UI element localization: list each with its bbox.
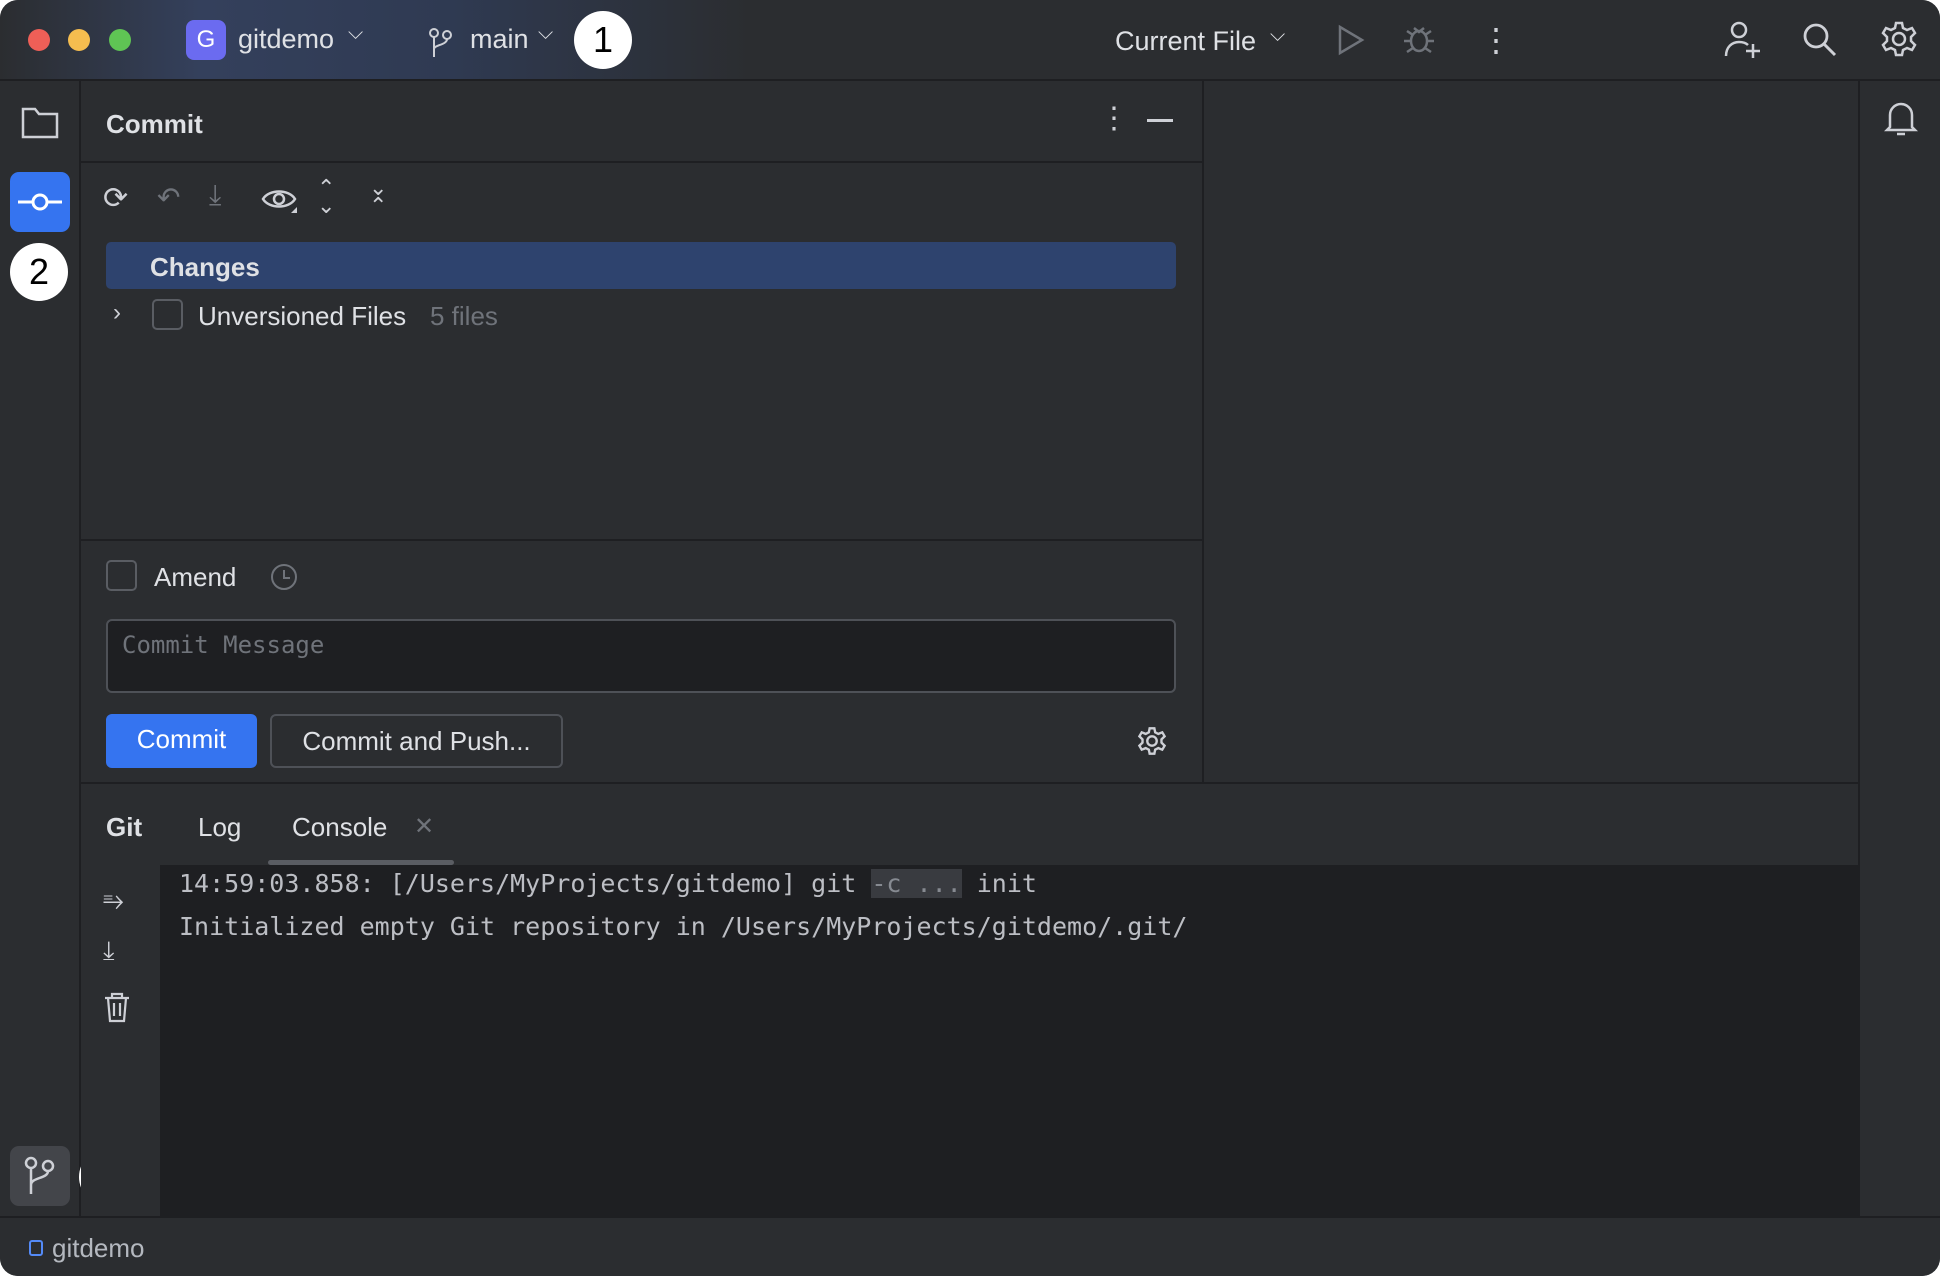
- expand-all-icon[interactable]: ⌃⌄: [317, 179, 335, 215]
- project-selector[interactable]: G gitdemo ⌵: [186, 20, 376, 62]
- status-project-breadcrumb[interactable]: gitdemo: [52, 1233, 145, 1264]
- tab-log[interactable]: Log: [198, 812, 241, 843]
- changes-label: Changes: [150, 252, 260, 283]
- add-user-icon[interactable]: [1724, 20, 1762, 60]
- panel-title: Commit: [106, 109, 203, 140]
- console-line: 14:59:03.858: [/Users/MyProjects/gitdemo…: [179, 869, 1037, 898]
- branch-icon: [428, 28, 454, 58]
- run-icon[interactable]: [1336, 24, 1366, 56]
- commit-message-placeholder: Commit Message: [122, 631, 324, 659]
- divider: [81, 161, 1202, 163]
- commit-panel: Commit ⋮ ⟳ ↶ ⤓ ⌃⌄ ⌄⌃ Changes › Unversion…: [81, 81, 1204, 782]
- search-icon[interactable]: [1802, 22, 1838, 58]
- commit-button[interactable]: Commit: [106, 714, 257, 768]
- commit-tool-button[interactable]: [10, 172, 70, 232]
- console-line: Initialized empty Git repository in /Use…: [179, 912, 1187, 941]
- title-bar: G gitdemo ⌵ main ⌵ 1 Current File ⌵ ⋮: [0, 0, 1940, 81]
- tool-window-title-git: Git: [106, 812, 142, 843]
- project-module-icon: [29, 1240, 43, 1256]
- right-tool-strip: [1858, 81, 1940, 1216]
- chevron-down-icon: ⌵: [1270, 24, 1285, 47]
- project-name: gitdemo: [238, 24, 334, 55]
- run-config-selector[interactable]: Current File ⌵: [1115, 24, 1295, 64]
- run-config-label: Current File: [1115, 26, 1256, 57]
- panel-options-icon[interactable]: ⋮: [1099, 101, 1129, 136]
- shelve-icon[interactable]: ⤓: [209, 179, 221, 212]
- unversioned-files-checkbox[interactable]: [152, 299, 183, 330]
- clear-trash-icon[interactable]: [103, 991, 131, 1023]
- amend-checkbox[interactable]: [106, 560, 137, 591]
- project-folder-icon[interactable]: [21, 105, 59, 139]
- refresh-icon[interactable]: ⟳: [103, 181, 128, 216]
- callout-badge-2: 2: [10, 243, 68, 301]
- maximize-window-button[interactable]: [109, 29, 131, 51]
- tab-console[interactable]: Console: [292, 812, 387, 843]
- chevron-down-icon: ⌵: [348, 22, 363, 45]
- rollback-icon[interactable]: ↶: [157, 181, 180, 214]
- soft-wrap-icon[interactable]: ⥱: [103, 885, 124, 917]
- debug-icon[interactable]: [1402, 22, 1436, 56]
- git-tool-window: Git Log Console ✕ ⥱ ⤓ 14:59:03.858: [/Us…: [81, 782, 1858, 1216]
- close-window-button[interactable]: [28, 29, 50, 51]
- commit-icon: [18, 190, 62, 214]
- file-count: 5 files: [430, 301, 498, 332]
- preview-eye-icon[interactable]: [261, 186, 299, 214]
- chevron-right-icon[interactable]: ›: [113, 299, 121, 327]
- minimize-window-button[interactable]: [68, 29, 90, 51]
- notifications-bell-icon[interactable]: [1884, 99, 1918, 139]
- project-icon: G: [186, 20, 226, 60]
- unversioned-files-label: Unversioned Files: [198, 301, 406, 332]
- ide-window: G gitdemo ⌵ main ⌵ 1 Current File ⌵ ⋮ 2 …: [0, 0, 1940, 1276]
- close-tab-icon[interactable]: ✕: [414, 812, 434, 841]
- scroll-to-end-icon[interactable]: ⤓: [103, 935, 115, 967]
- minimize-panel-icon[interactable]: [1147, 119, 1173, 122]
- editor-area: [1206, 81, 1858, 782]
- chevron-down-icon: ⌵: [538, 22, 553, 45]
- branch-name: main: [470, 24, 529, 55]
- branch-selector[interactable]: main ⌵: [428, 20, 560, 62]
- git-tool-button[interactable]: [10, 1146, 70, 1206]
- status-bar: gitdemo: [0, 1216, 1940, 1276]
- commit-options-gear-icon[interactable]: [1137, 726, 1167, 756]
- amend-label: Amend: [154, 562, 236, 593]
- divider: [81, 539, 1202, 541]
- collapse-all-icon[interactable]: ⌄⌃: [369, 179, 387, 215]
- commit-and-push-button[interactable]: Commit and Push...: [270, 714, 563, 768]
- left-tool-strip: 2 3: [0, 81, 81, 1216]
- console-output: 14:59:03.858: [/Users/MyProjects/gitdemo…: [160, 865, 1858, 1218]
- commit-message-input[interactable]: Commit Message: [106, 619, 1176, 693]
- unversioned-files-row[interactable]: › Unversioned Files 5 files: [81, 295, 1181, 335]
- more-options-icon[interactable]: ⋮: [1480, 20, 1512, 60]
- git-branch-icon: [24, 1156, 56, 1196]
- changes-list-row[interactable]: Changes: [106, 242, 1176, 289]
- history-clock-icon[interactable]: [269, 562, 299, 592]
- callout-badge-1: 1: [574, 11, 632, 69]
- settings-gear-icon[interactable]: [1880, 20, 1918, 58]
- console-toolbar: ⥱ ⤓: [81, 865, 160, 1218]
